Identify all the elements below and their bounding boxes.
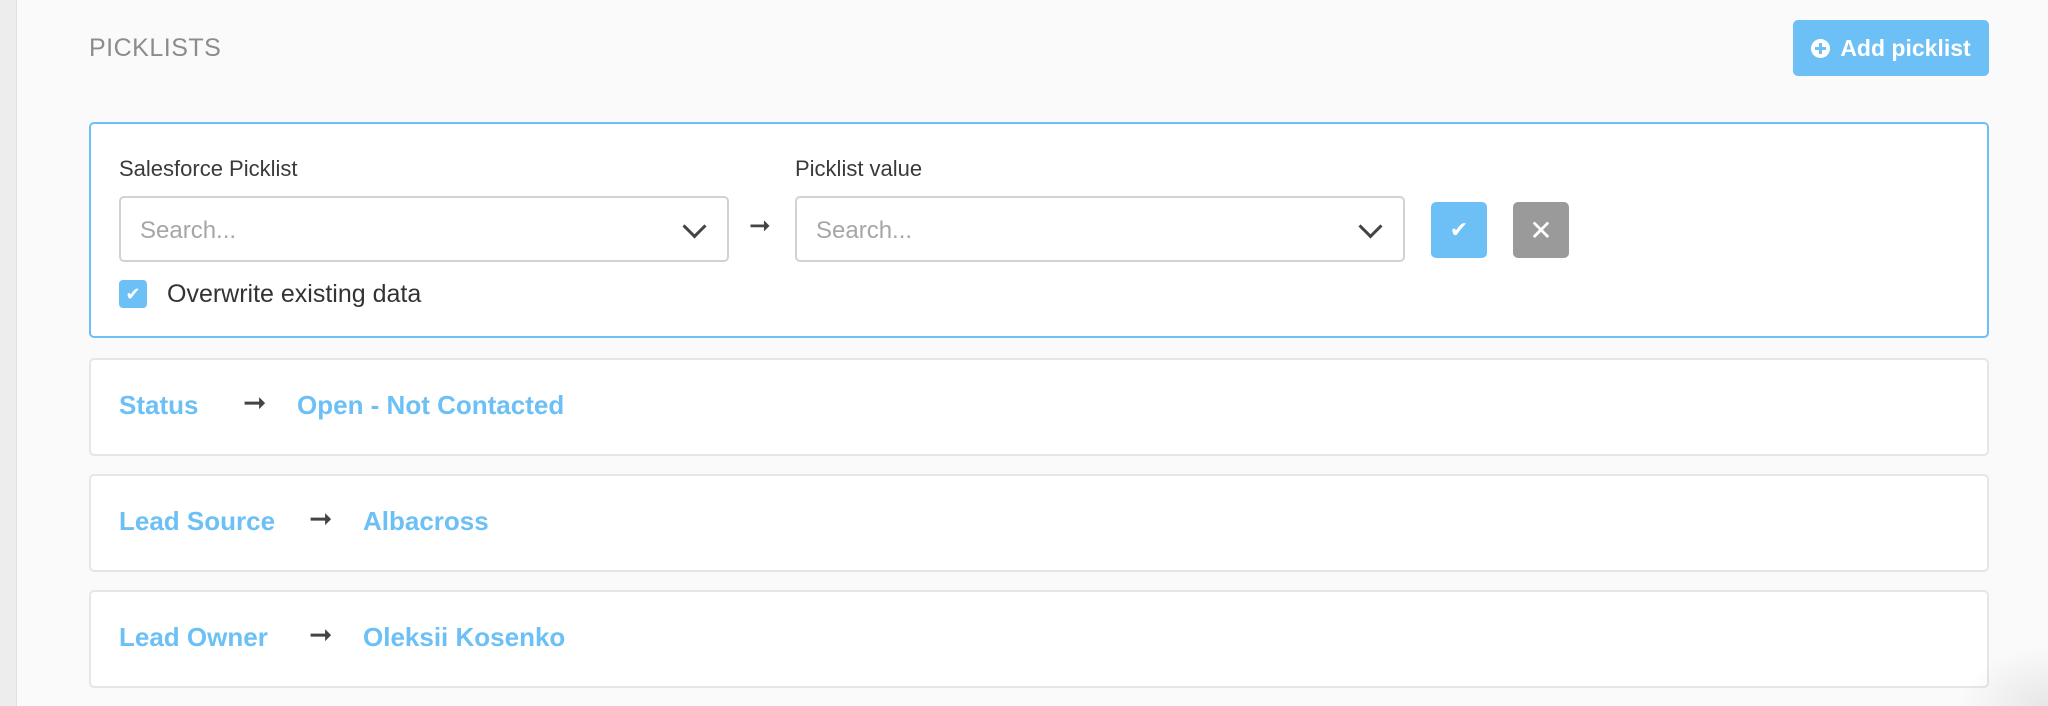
mapping-value: Albacross [363,506,489,536]
chevron-down-icon [682,214,707,239]
arrow-right-icon: ➞ [749,210,771,240]
overwrite-label: Overwrite existing data [167,280,422,308]
picklist-value-placeholder: Search... [816,217,913,244]
add-picklist-label: Add picklist [1840,34,1971,61]
salesforce-picklist-placeholder: Search... [140,217,237,244]
mapping-field: Status [119,390,199,420]
close-icon: ✕ [1529,214,1553,246]
check-icon: ✔ [125,283,141,304]
arrow-right-icon: ➞ [309,619,333,650]
add-picklist-button[interactable]: Add picklist [1793,20,1989,76]
corner-shadow [1958,646,2048,706]
confirm-button[interactable]: ✔ [1431,202,1487,258]
salesforce-picklist-select[interactable]: Search... [119,196,729,262]
chevron-down-icon [1358,214,1383,239]
mapping-row[interactable]: Lead Owner ➞ Oleksii Kosenko [89,590,1989,688]
arrow-right-icon: ➞ [243,387,267,418]
mapping-field: Lead Source [119,506,276,536]
picklist-value-select[interactable]: Search... [795,196,1405,262]
mapping-row[interactable]: Lead Source ➞ Albacross [89,474,1989,572]
cancel-button[interactable]: ✕ [1513,202,1569,258]
overwrite-checkbox[interactable]: ✔ [119,280,147,308]
picklist-value-label: Picklist value [795,156,923,181]
arrow-right-icon: ➞ [309,503,333,534]
mapping-row[interactable]: Status ➞ Open - Not Contacted [89,358,1989,456]
section-title: PICKLISTS [89,34,222,62]
mapping-value: Oleksii Kosenko [363,622,566,652]
picklist-editor: Salesforce Picklist Search... ➞ Picklist… [89,122,1989,338]
salesforce-picklist-label: Salesforce Picklist [119,156,298,181]
picklists-panel: PICKLISTS Add picklist Salesforce Pickli… [16,0,2048,706]
mapping-field: Lead Owner [119,622,268,652]
mapping-value: Open - Not Contacted [297,390,565,420]
check-icon: ✔ [1449,217,1469,242]
plus-circle-icon [1811,38,1831,58]
